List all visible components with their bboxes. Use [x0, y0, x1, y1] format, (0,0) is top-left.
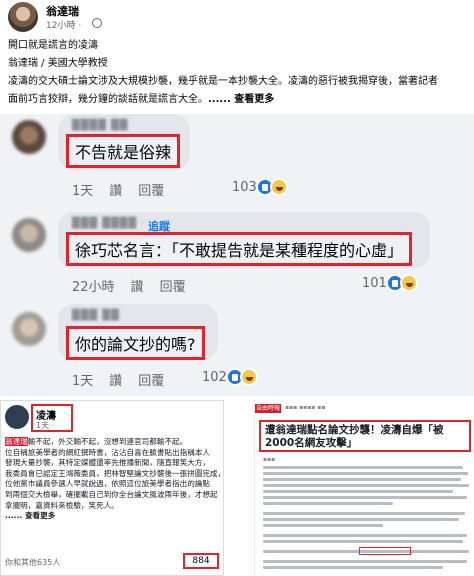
comment-text: 不告就是俗辣 — [66, 134, 181, 168]
article-text-line — [263, 560, 467, 563]
highlight-box: 凌濤 1天 · — [31, 404, 73, 432]
author-name[interactable]: 翁達瑞 — [46, 3, 79, 19]
news-source-bar: ▪▪▪ ▪▪▪▪ ▪▪ — [285, 404, 326, 411]
embedded-post-body: 翁達瑞輸不起，外交輸不起，沒想到連官司都輸不起。 位自稱旅美學者的網紅撰時書，沾… — [5, 437, 224, 522]
article-text-line — [263, 478, 461, 481]
news-logo: 自由時報 — [255, 404, 281, 413]
comment-author[interactable]: ███ ████ · — [72, 218, 145, 229]
reply-button[interactable]: 回覆 — [138, 184, 164, 199]
haha-reaction-icon — [270, 178, 288, 196]
reply-button[interactable]: 回覆 — [160, 280, 186, 295]
news-byline: ▪▪▪ — [263, 456, 276, 463]
comment-avatar[interactable] — [12, 312, 46, 346]
comment-actions: 22小時 讚 回覆 — [72, 276, 202, 295]
comment-actions: 1天 讚 回覆 — [72, 370, 180, 389]
embedded-see-more: ...... 查看更多 — [5, 511, 56, 521]
comment-avatar[interactable] — [12, 120, 46, 154]
article-text-line — [263, 566, 443, 569]
comment-time[interactable]: 22小時 — [72, 280, 115, 295]
like-button[interactable]: 讚 — [131, 280, 144, 295]
post-body: 開口就是謊言的凌濤 翁達瑞 / 美國大學教授 凌濤的交大碩士論文涉及大規模抄襲，… — [8, 39, 468, 111]
comment-time[interactable]: 1天 — [72, 374, 93, 389]
article-text-line — [263, 534, 467, 537]
embedded-line: 發現大量抄襲，其特定媒體還率先推播新聞，隨直報笑大方， — [5, 458, 211, 468]
comment-text: 你的論文抄的嗎? — [66, 326, 205, 360]
article-text-line — [263, 518, 459, 521]
reaction-count[interactable]: 103 — [232, 180, 257, 195]
reaction-count[interactable]: 102 — [202, 370, 227, 385]
post-header: 翁達瑞 12小時 · — [0, 0, 474, 34]
like-button[interactable]: 讚 — [109, 374, 122, 389]
haha-reaction-icon — [240, 368, 258, 386]
highlight-box — [359, 547, 411, 555]
article-text-line — [263, 540, 463, 543]
embedded-line: 翁達瑞輸不起，外交輸不起，沒想到連官司都輸不起。 — [5, 437, 223, 448]
embedded-post-screenshot: 凌濤 1天 · 翁達瑞輸不起，外交輸不起，沒想到連官司都輸不起。 位自稱旅美學者… — [0, 400, 224, 576]
globe-icon — [92, 18, 102, 28]
post-line: 翁達瑞 / 美國大學教授 — [8, 58, 108, 69]
article-text-line — [263, 472, 468, 475]
see-more-link[interactable]: ...... 查看更多 — [208, 94, 274, 105]
comment-time[interactable]: 1天 — [72, 184, 93, 199]
post-time[interactable]: 12小時 · — [46, 18, 81, 31]
comment-author[interactable]: ████ ██ — [72, 120, 128, 131]
embedded-line: 拿擺明，嘉資料來檢驗，笑死人。 — [5, 500, 119, 510]
news-headline: 遭翁達瑞點名論文抄襲！凌濤自爆「被2000名網友攻擊」 — [259, 420, 471, 452]
embedded-line: 我委員會已認定王鴻薇委員，把林智堅論文抄襲後一張拼圖完成， — [5, 468, 224, 478]
article-text-line — [263, 512, 465, 515]
comment-author[interactable]: ███ ██ — [72, 310, 120, 321]
article-text-line — [263, 490, 453, 493]
reaction-count[interactable]: 101 — [362, 276, 387, 291]
post-line: 面前巧言狡辯，幾分鐘的談話就是謊言大全。...... 查看更多 — [8, 93, 468, 107]
comment-actions: 1天 讚 回覆 — [72, 180, 180, 199]
highlighted-text: 翁達瑞 — [5, 437, 28, 446]
embedded-count-badge: 884 — [183, 553, 219, 569]
comment-text: 徐巧芯名言：「不敢提告就是某種程度的心虛」 — [66, 232, 413, 266]
article-text-line — [263, 496, 467, 499]
article-text-line — [263, 484, 469, 487]
post-line: 凌濤的交大碩士論文涉及大規模抄襲，幾乎就是一本抄襲大全。凌濤的惡行被我揭穿後，當… — [8, 75, 468, 89]
post-line-text: 凌濤的交大碩士論文涉及大規模抄襲，幾乎就是一本抄襲大全。凌濤的惡行被我揭穿後，當… — [8, 76, 438, 87]
reply-button[interactable]: 回覆 — [138, 374, 164, 389]
embedded-line-text: 輸不起，外交輸不起，沒想到連官司都輸不起。 — [27, 437, 188, 446]
article-text-line — [263, 502, 393, 505]
embedded-line: 位他黨市議員參選人早就說過，依照這位旅美學者指出的論點 — [5, 479, 211, 489]
embedded-avatar — [5, 405, 29, 429]
embedded-line: ...... 查看更多 — [5, 511, 223, 522]
embedded-line: 到兩個交大檢舉，確擺載自己到你全台論文風波兩年後，才想起 — [5, 489, 218, 499]
like-button[interactable]: 讚 — [109, 184, 122, 199]
embedded-line: 位自稱旅美學者的網紅撰時書，沾沾自喜在臉書貼出指稱本人 — [5, 447, 211, 457]
post-line-text: 面前巧言狡辯，幾分鐘的談話就是謊言大全。 — [8, 94, 208, 105]
embedded-post-time: 1天 · — [36, 421, 55, 430]
embedded-like-summary: 你和其他635人 — [5, 558, 61, 567]
post-line: 開口就是謊言的凌濤 — [8, 40, 98, 51]
article-text-line — [263, 466, 463, 469]
comments-section: ████ ██ 不告就是俗辣 1天讚回覆 103 ███ ████ · 追蹤 徐… — [0, 114, 474, 396]
author-avatar[interactable] — [8, 2, 38, 32]
comment-avatar[interactable] — [12, 218, 46, 252]
haha-reaction-icon — [400, 274, 418, 292]
article-text-line — [263, 524, 383, 527]
embedded-news-screenshot: 自由時報 ▪▪▪ ▪▪▪▪ ▪▪ 遭翁達瑞點名論文抄襲！凌濤自爆「被2000名網… — [254, 400, 474, 576]
